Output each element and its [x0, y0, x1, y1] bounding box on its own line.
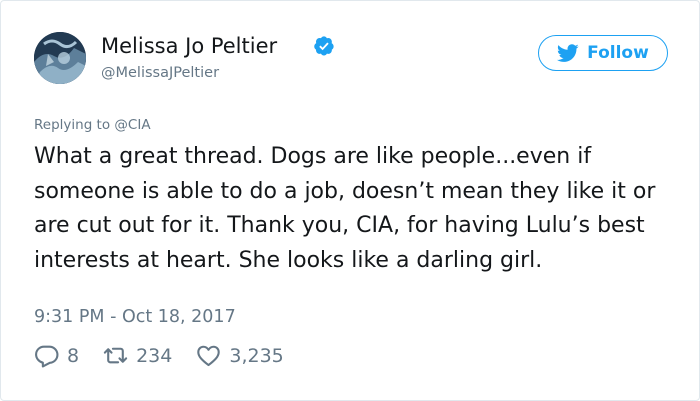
retweet-count: 234 — [136, 344, 173, 367]
like-count: 3,235 — [229, 344, 284, 367]
heart-icon — [197, 345, 221, 367]
retweet-button[interactable]: 234 — [103, 343, 172, 368]
follow-button-label: Follow — [587, 43, 649, 63]
verified-badge-icon — [314, 36, 334, 56]
reply-prefix: Replying to — [34, 117, 115, 133]
reply-button[interactable]: 8 — [34, 343, 79, 368]
tweet-actions: 8 234 3,235 — [34, 343, 284, 368]
reply-icon — [35, 345, 59, 368]
reply-context: Replying to @CIA — [34, 117, 151, 133]
tweet-card: Melissa Jo Peltier @MelissaJPeltier Foll… — [0, 0, 700, 401]
follow-button[interactable]: Follow — [538, 35, 668, 71]
user-handle[interactable]: @MelissaJPeltier — [101, 65, 219, 81]
tweet-timestamp[interactable]: 9:31 PM - Oct 18, 2017 — [34, 307, 236, 327]
tweet-text: What a great thread. Dogs are like peopl… — [34, 144, 656, 273]
retweet-icon — [103, 347, 128, 364]
reply-mention-link[interactable]: @CIA — [114, 117, 150, 133]
display-name[interactable]: Melissa Jo Peltier — [101, 34, 277, 58]
like-button[interactable]: 3,235 — [196, 343, 284, 368]
avatar-image — [34, 32, 86, 84]
reply-count: 8 — [67, 344, 80, 367]
twitter-bird-icon — [557, 44, 579, 62]
avatar[interactable] — [34, 32, 86, 84]
